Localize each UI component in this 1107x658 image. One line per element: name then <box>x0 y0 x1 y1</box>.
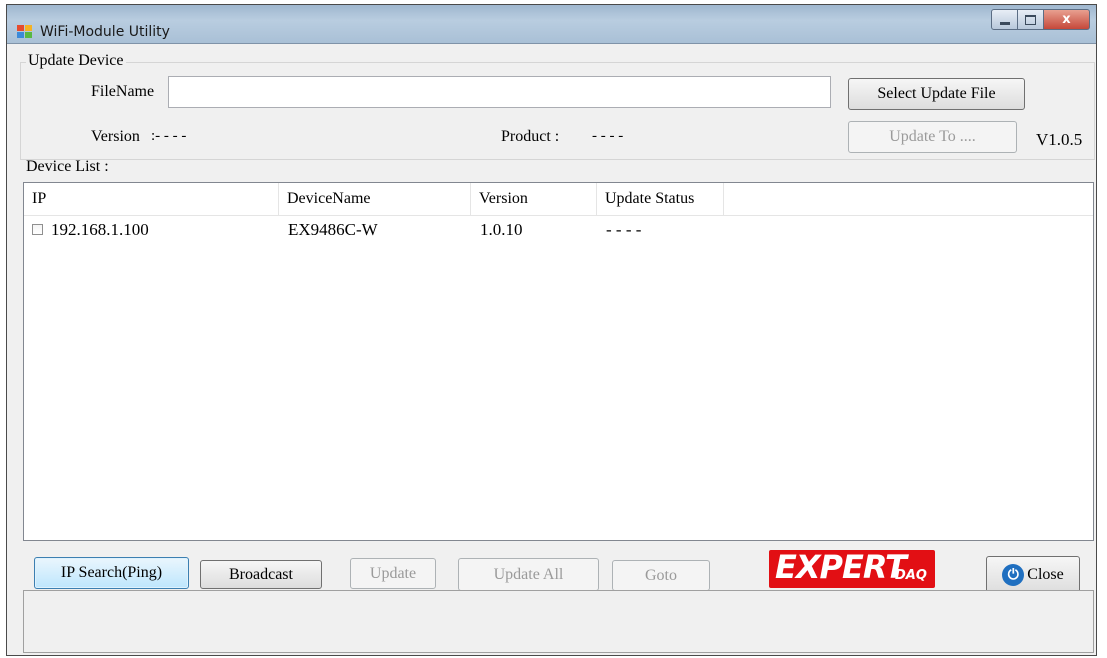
power-icon: ⏻ <box>1002 564 1025 586</box>
update-to-button[interactable]: Update To .... <box>848 121 1017 153</box>
window-controls: x <box>991 9 1090 31</box>
close-button[interactable]: ⏻ Close <box>986 556 1080 594</box>
update-device-label: Update Device <box>26 52 126 70</box>
expert-daq-logo: EXPERT DAQ <box>769 550 935 588</box>
column-header-devicename[interactable]: DeviceName <box>279 183 471 215</box>
window-title: WiFi-Module Utility <box>40 24 170 40</box>
maximize-button[interactable] <box>1018 9 1044 30</box>
filename-label: FileName <box>91 83 155 100</box>
row-device-name: EX9486C-W <box>288 220 378 239</box>
title-bar[interactable]: WiFi-Module Utility x <box>7 5 1096 44</box>
product-label: Product : <box>501 128 560 145</box>
row-checkbox[interactable] <box>32 224 43 235</box>
logo-sub-text: DAQ <box>895 568 927 583</box>
table-header: IP DeviceName Version Update Status <box>24 183 1093 216</box>
row-update-status: - - - - <box>606 220 642 239</box>
filename-field[interactable] <box>168 76 831 108</box>
main-window: WiFi-Module Utility x Update Device File… <box>6 4 1097 656</box>
product-value: - - - - <box>592 128 624 144</box>
version-value: :- - - - <box>151 128 187 144</box>
update-button[interactable]: Update <box>350 558 436 589</box>
table-row[interactable]: 192.168.1.100 EX9486C-W 1.0.10 - - - - <box>24 217 1093 243</box>
minimize-icon <box>999 22 1010 25</box>
logo-main-text: EXPERT <box>775 550 907 586</box>
ip-search-button[interactable]: IP Search(Ping) <box>34 557 189 589</box>
select-update-file-button[interactable]: Select Update File <box>848 78 1025 110</box>
device-list-table[interactable]: IP DeviceName Version Update Status 192.… <box>23 182 1094 541</box>
close-icon: x <box>1062 12 1071 27</box>
maximize-icon <box>1025 14 1036 25</box>
version-label: Version <box>91 128 140 145</box>
column-header-ip[interactable]: IP <box>24 183 279 215</box>
app-icon <box>17 25 33 39</box>
goto-button[interactable]: Goto <box>612 560 710 591</box>
row-version: 1.0.10 <box>480 220 523 239</box>
close-button-label: Close <box>1027 566 1064 583</box>
device-list-label: Device List : <box>26 158 109 175</box>
app-version-label: V1.0.5 <box>1036 130 1083 149</box>
broadcast-button[interactable]: Broadcast <box>200 560 322 589</box>
minimize-button[interactable] <box>991 9 1018 30</box>
row-ip: 192.168.1.100 <box>51 220 149 239</box>
status-bar <box>23 590 1094 653</box>
window-close-button[interactable]: x <box>1044 9 1090 30</box>
update-all-button[interactable]: Update All <box>458 558 599 591</box>
column-header-update-status[interactable]: Update Status <box>597 183 724 215</box>
column-header-version[interactable]: Version <box>471 183 597 215</box>
